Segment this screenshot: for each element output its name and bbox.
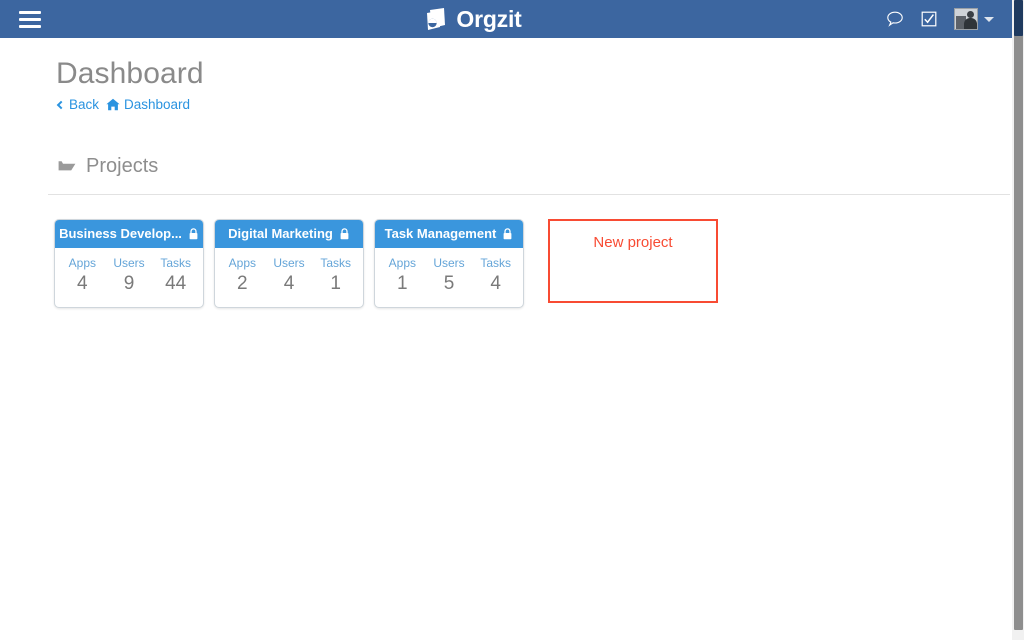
folder-open-icon	[58, 159, 76, 173]
project-card[interactable]: Digital Marketing Apps 2 Users 4 Tasks 1	[214, 218, 364, 308]
stat-label-users: Users	[433, 255, 465, 270]
stat-users: Users 9	[106, 256, 153, 297]
breadcrumb-dashboard-link[interactable]: Dashboard	[106, 98, 190, 112]
stat-value-apps: 4	[77, 273, 88, 295]
project-card-title: Task Management	[384, 226, 497, 241]
stat-users: Users 4	[266, 256, 313, 297]
stat-value-tasks: 44	[165, 273, 187, 295]
new-project-label: New project	[593, 233, 673, 251]
user-menu[interactable]	[954, 8, 994, 30]
lock-icon	[502, 227, 513, 240]
stat-label-apps: Apps	[388, 255, 417, 270]
top-navbar: Orgzit	[0, 0, 1012, 38]
stat-value-users: 4	[283, 273, 295, 295]
project-card-stats: Apps 1 Users 5 Tasks 4	[375, 248, 523, 307]
project-card-header: Task Management	[375, 219, 523, 248]
stat-apps: Apps 2	[219, 256, 266, 297]
hamburger-bar	[19, 10, 41, 14]
project-card-header: Digital Marketing	[215, 219, 363, 248]
project-card-title: Digital Marketing	[228, 226, 333, 241]
breadcrumb-current-label: Dashboard	[124, 97, 191, 112]
lock-icon	[188, 227, 199, 240]
navbar-left-group	[0, 0, 60, 38]
stat-label-tasks: Tasks	[160, 255, 192, 270]
project-card[interactable]: Business Develop... Apps 4 Users 9 Tasks…	[54, 218, 204, 308]
projects-section-title: Projects	[86, 154, 159, 177]
breadcrumb-back-label: Back	[69, 97, 100, 112]
hamburger-bar	[19, 17, 41, 21]
stat-label-users: Users	[113, 255, 145, 270]
stat-value-apps: 1	[397, 273, 408, 295]
project-card-header: Business Develop...	[55, 219, 203, 248]
stat-value-users: 9	[123, 273, 135, 295]
project-card[interactable]: Task Management Apps 1 Users 5 Tasks 4	[374, 218, 524, 308]
brand-name: Orgzit	[456, 5, 522, 32]
stat-users: Users 5	[426, 256, 473, 297]
lock-icon	[339, 227, 350, 240]
app-page: Orgzit Dashboard Back Dashboard Projects…	[0, 0, 1024, 640]
main-content: Dashboard Back Dashboard Projects Busine…	[0, 38, 1012, 640]
stat-value-tasks: 1	[330, 273, 341, 295]
stat-label-users: Users	[273, 255, 305, 270]
stat-value-apps: 2	[237, 273, 248, 295]
chevron-down-icon	[984, 16, 994, 22]
project-card-stats: Apps 2 Users 4 Tasks 1	[215, 248, 363, 307]
avatar-body	[964, 18, 977, 29]
stat-tasks: Tasks 44	[152, 256, 199, 297]
chat-bubble-icon[interactable]	[886, 10, 904, 28]
page-title: Dashboard	[56, 57, 204, 90]
breadcrumb: Back Dashboard	[0, 92, 1012, 112]
hamburger-bar	[19, 24, 41, 28]
stat-label-apps: Apps	[68, 255, 97, 270]
vertical-scrollbar-track[interactable]	[1012, 0, 1024, 640]
navbar-right-group	[886, 0, 1012, 38]
user-avatar-icon	[954, 8, 978, 30]
brand-logo-link[interactable]: Orgzit	[424, 5, 522, 32]
hamburger-menu-icon[interactable]	[19, 10, 41, 28]
orgzit-logo-icon	[427, 8, 446, 30]
breadcrumb-back-link[interactable]: Back	[56, 97, 100, 112]
avatar-head	[967, 11, 974, 18]
project-card-stats: Apps 4 Users 9 Tasks 44	[55, 248, 203, 307]
checkbox-checked-icon[interactable]	[920, 10, 938, 28]
stat-value-tasks: 4	[490, 273, 501, 295]
stat-value-users: 5	[443, 273, 455, 295]
stat-tasks: Tasks 1	[312, 256, 359, 297]
stat-label-tasks: Tasks	[480, 255, 512, 270]
project-card-title: Business Develop...	[59, 226, 182, 241]
vertical-scrollbar-thumb[interactable]	[1014, 0, 1023, 630]
home-icon	[106, 98, 120, 111]
projects-section-header: Projects	[0, 112, 1012, 176]
stat-label-tasks: Tasks	[320, 255, 352, 270]
stat-label-apps: Apps	[228, 255, 257, 270]
projects-card-row: Business Develop... Apps 4 Users 9 Tasks…	[0, 195, 1012, 308]
chevron-left-icon	[56, 100, 66, 109]
navbar-center-group: Orgzit	[60, 0, 886, 38]
vertical-scrollbar-thumb-top[interactable]	[1014, 0, 1023, 36]
stat-apps: Apps 4	[59, 256, 106, 297]
new-project-button[interactable]: New project	[548, 218, 718, 303]
stat-apps: Apps 1	[379, 256, 426, 297]
stat-tasks: Tasks 4	[472, 256, 519, 297]
